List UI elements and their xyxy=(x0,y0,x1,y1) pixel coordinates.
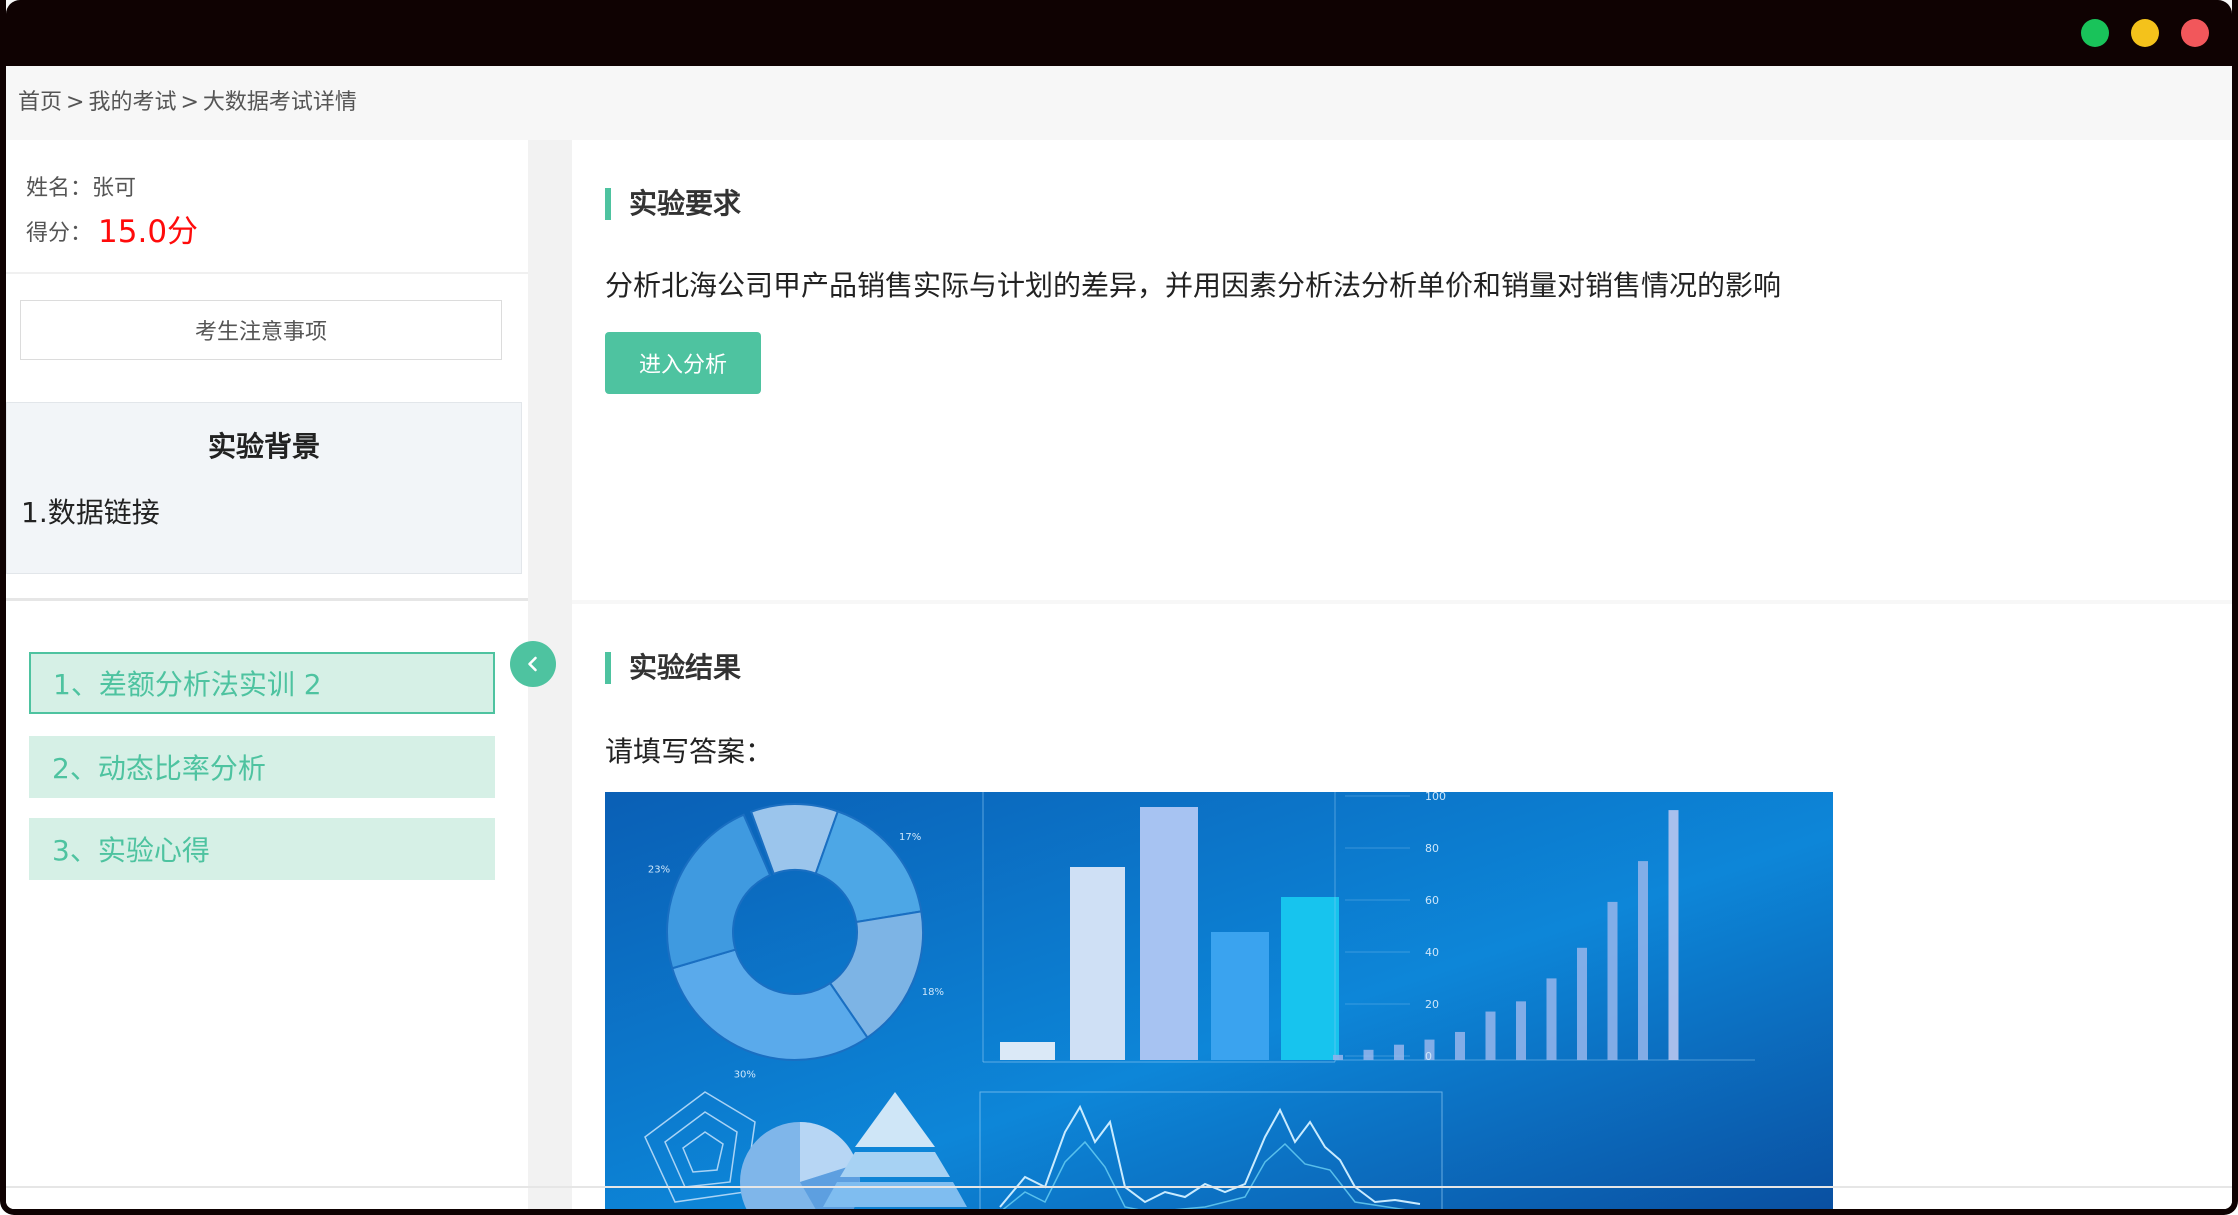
window-titlebar xyxy=(6,0,2232,66)
bar-mark xyxy=(1607,901,1618,1060)
score-value: 15.0分 xyxy=(98,214,199,250)
student-score-row: 得分： 15.0分 xyxy=(26,206,198,251)
breadcrumb-exams[interactable]: 我的考试 xyxy=(88,90,176,115)
app-window: 首页 > 我的考试 > 大数据考试详情 姓名：张可 得分： 15.0分 考生注意事项 实验… xyxy=(0,0,2238,1215)
divider xyxy=(6,272,528,274)
bar-mark xyxy=(1638,861,1648,1060)
bar-mark xyxy=(1455,1031,1465,1060)
result-section: 实验结果 请填写答案： 11%17%18%30%23% xyxy=(572,604,2232,1209)
requirement-section: 实验要求 分析北海公司甲产品销售实际与计划的差异，并用因素分析法分析单价和销量对… xyxy=(572,140,2232,600)
dashboard-illustration: 11%17%18%30%23% 100806040200 xyxy=(605,792,1833,1209)
breadcrumb: 首页 > 我的考试 > 大数据考试详情 xyxy=(18,84,357,116)
student-name: 姓名：张可 xyxy=(26,176,137,201)
task-item-2[interactable]: 2、动态比率分析 xyxy=(29,736,495,798)
divider xyxy=(6,598,528,601)
bar-mark xyxy=(1333,1054,1343,1060)
requirement-title: 实验要求 xyxy=(605,188,741,220)
collapse-sidebar-button[interactable] xyxy=(510,641,556,687)
background-title: 实验背景 xyxy=(207,430,320,463)
left-panel: 姓名：张可 得分： 15.0分 考生注意事项 实验背景 1.数据链接 1、差额分析… xyxy=(6,140,528,1209)
breadcrumb-current: 大数据考试详情 xyxy=(202,90,357,115)
bar-mark xyxy=(1577,947,1587,1060)
donut-slice-label: 17% xyxy=(899,832,921,843)
exam-notice-button[interactable]: 考生注意事项 xyxy=(20,300,502,360)
breadcrumb-separator: > xyxy=(180,90,199,115)
bar-mark xyxy=(1546,978,1557,1060)
bar-axis-tick: 40 xyxy=(1425,946,1439,959)
minimize-dot-icon[interactable] xyxy=(2131,19,2159,47)
bar-axis-tick: 20 xyxy=(1425,998,1439,1011)
bar-axis-tick: 80 xyxy=(1425,842,1439,855)
result-title: 实验结果 xyxy=(605,652,741,684)
task-item-1[interactable]: 1、差额分析法实训 2 xyxy=(29,652,495,714)
enter-analysis-button[interactable]: 进入分析 xyxy=(605,332,761,394)
maximize-dot-icon[interactable] xyxy=(2081,19,2109,47)
bottom-edge xyxy=(6,1186,2232,1188)
bar-axis-tick: 60 xyxy=(1425,894,1439,907)
dashboard-image: 11%17%18%30%23% 100806040200 xyxy=(605,792,1833,1209)
background-panel: 实验背景 1.数据链接 xyxy=(6,402,522,574)
bar-mark xyxy=(1668,810,1679,1060)
bar-axis-tick: 100 xyxy=(1425,792,1446,803)
answer-prompt: 请填写答案： xyxy=(605,735,774,768)
bar-mark xyxy=(1516,1001,1526,1060)
task-item-3[interactable]: 3、实验心得 xyxy=(29,818,495,880)
bar-mark xyxy=(1485,1011,1496,1060)
data-link[interactable]: 1.数据链接 xyxy=(21,491,160,531)
donut-slice-label: 30% xyxy=(734,1069,756,1080)
donut-slice-label: 23% xyxy=(648,865,670,876)
chevron-left-icon xyxy=(528,656,537,672)
close-dot-icon[interactable] xyxy=(2181,19,2209,47)
breadcrumb-home[interactable]: 首页 xyxy=(18,90,62,115)
breadcrumb-separator: > xyxy=(66,90,85,115)
donut-slice-label: 18% xyxy=(922,987,944,998)
requirement-text: 分析北海公司甲产品销售实际与计划的差异，并用因素分析法分析单价和销量对销售情况的… xyxy=(605,269,1782,302)
bar-mark xyxy=(1363,1049,1374,1060)
bar-mark xyxy=(1394,1044,1404,1060)
score-label: 得分： xyxy=(26,221,93,246)
bar-axis-tick: 0 xyxy=(1425,1050,1432,1063)
